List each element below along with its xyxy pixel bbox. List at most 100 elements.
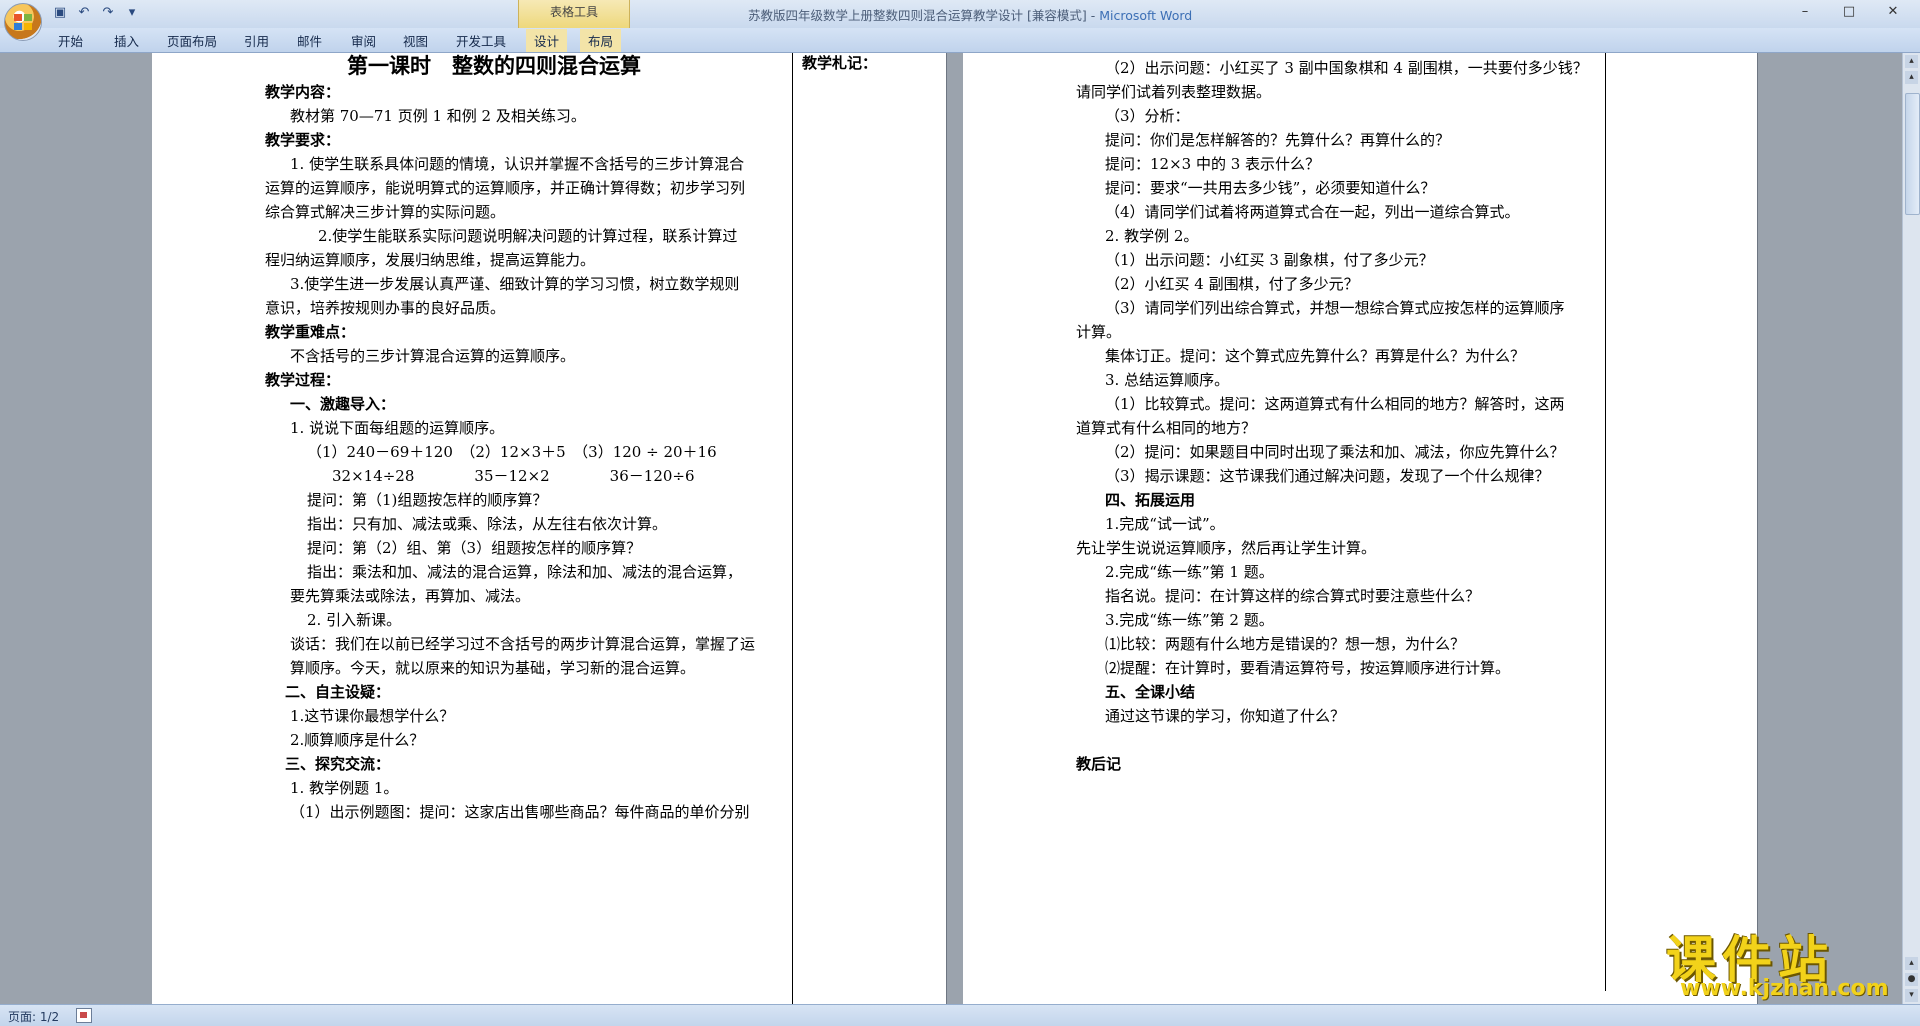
tab-references[interactable]: 引用 <box>244 31 269 50</box>
text-line: ⑴比较：两题有什么地方是错误的？想一想，为什么？ <box>1105 635 1466 653</box>
ribbon-tabs: 开始 插入 页面布局 引用 邮件 审阅 视图 开发工具 设计 布局 <box>0 28 1920 53</box>
text-line: 3. 总结运算顺序。 <box>1105 371 1230 389</box>
text-line: ⑵提醒：在计算时，要看清运算符号，按运算顺序进行计算。 <box>1105 659 1511 677</box>
text-line: 通过这节课的学习，你知道了什么？ <box>1105 707 1346 725</box>
tab-insert[interactable]: 插入 <box>114 31 139 50</box>
text-line: 运算的运算顺序，能说明算式的运算顺序，并正确计算得数；初步学习列 <box>265 179 746 197</box>
text-line: 请同学们试着列表整理数据。 <box>1076 83 1272 101</box>
text-line: 二、自主设疑： <box>285 683 391 701</box>
text-line: 1.完成“试一试”。 <box>1105 515 1225 533</box>
text-line: 2. 教学例 2。 <box>1105 227 1199 245</box>
text-line: 2.顺算顺序是什么？ <box>290 731 425 749</box>
text-line: 2. 引入新课。 <box>307 611 402 629</box>
text-line: 1. 使学生联系具体问题的情境，认识并掌握不含括号的三步计算混合 <box>290 155 745 173</box>
tab-developer[interactable]: 开发工具 <box>456 31 506 50</box>
text-line: 指出：乘法和加、减法的混合运算，除法和加、减法的混合运算， <box>307 563 743 581</box>
text-line: （2）小红买 4 副围棋，付了多少元？ <box>1105 275 1359 293</box>
tab-view[interactable]: 视图 <box>403 31 428 50</box>
quick-access-toolbar: ▣ ↶ ↷ ▾ <box>52 5 140 21</box>
scroll-up-icon[interactable]: ▴ <box>1905 71 1918 84</box>
text-line: （1）240－69＋120 （2）12×3＋5 （3）120 ÷ 20＋16 <box>307 443 717 461</box>
text-line: （4）请同学们试着将两道算式合在一起，列出一道综合算式。 <box>1105 203 1520 221</box>
text-line: 3.完成“练一练”第 2 题。 <box>1105 611 1274 629</box>
vertical-scrollbar[interactable]: ▴ ▴ ▴ ● ▾ <box>1902 53 1920 1004</box>
text-line: （1）出示问题：小红买 3 副象棋，付了多少元？ <box>1105 251 1434 269</box>
ruler-toggle-icon[interactable]: ▴ <box>1905 55 1918 68</box>
page-counter[interactable]: 页面: 1/2 <box>8 1008 59 1025</box>
tab-home[interactable]: 开始 <box>58 31 83 50</box>
status-bar: 页面: 1/2 <box>0 1004 1920 1026</box>
text-line: 四、拓展运用 <box>1105 491 1196 509</box>
text-line: （1）出示例题图：提问：这家店出售哪些商品？每件商品的单价分别 <box>290 803 750 821</box>
text-line: 道算式有什么相同的地方？ <box>1076 419 1257 437</box>
text-line: 2.使学生能联系实际问题说明解决问题的计算过程，联系计算过 <box>318 227 738 245</box>
text-line: 谈话：我们在以前已经学习过不含括号的两步计算混合运算，掌握了运 <box>290 635 756 653</box>
customize-toolbar-icon[interactable]: ▾ <box>124 5 140 21</box>
undo-icon[interactable]: ↶ <box>76 5 92 21</box>
table-tools-label: 表格工具 <box>549 5 598 19</box>
text-line: 教后记 <box>1076 755 1122 773</box>
text-line: 3.使学生进一步发展认真严谨、细致计算的学习习惯，树立数学规则 <box>290 275 740 293</box>
table-tools-group: 表格工具 <box>518 0 630 28</box>
close-button[interactable]: ✕ <box>1872 2 1914 22</box>
text-line: 32×14÷28 35－12×2 36－120÷6 <box>332 467 695 485</box>
tab-page-layout[interactable]: 页面布局 <box>167 31 217 50</box>
tab-review[interactable]: 审阅 <box>351 31 376 50</box>
lesson-title: 第一课时 整数的四则混合运算 <box>347 54 641 78</box>
minimize-button[interactable]: – <box>1784 2 1826 22</box>
title-bar: ▣ ↶ ↷ ▾ 表格工具 苏教版四年级数学上册整数四则混合运算教学设计 [兼容模… <box>0 0 1920 41</box>
text-line: 要先算乘法或除法，再算加、减法。 <box>290 587 531 605</box>
text-line: （2）出示问题：小红买了 3 副中国象棋和 4 副围棋，一共要付多少钱？ <box>1105 59 1588 77</box>
office-button[interactable] <box>4 3 42 41</box>
save-icon[interactable]: ▣ <box>52 5 68 21</box>
app-name: Microsoft Word <box>1099 8 1193 23</box>
text-line: 指出：只有加、减法或乘、除法，从左往右依次计算。 <box>307 515 668 533</box>
text-line: 提问：你们是怎样解答的？先算什么？再算什么的？ <box>1105 131 1451 149</box>
text-line: （3）分析： <box>1105 107 1190 125</box>
text-line: 提问：12×3 中的 3 表示什么？ <box>1105 155 1321 173</box>
text-line: 计算。 <box>1076 323 1122 341</box>
text-line: 先让学生说说运算顺序，然后再让学生计算。 <box>1076 539 1377 557</box>
text-line: （3）请同学们列出综合算式，并想一想综合算式应按怎样的运算顺序 <box>1105 299 1565 317</box>
text-line: 教学要求： <box>265 131 341 149</box>
document-title: 苏教版四年级数学上册整数四则混合运算教学设计 [兼容模式] <box>748 8 1087 23</box>
page-2[interactable]: （2）出示问题：小红买了 3 副中国象棋和 4 副围棋，一共要付多少钱？ 请同学们… <box>963 53 1757 1004</box>
text-line: 算顺序。今天，就以原来的知识为基础，学习新的混合运算。 <box>290 659 696 677</box>
notes-label: 教学札记： <box>802 54 878 72</box>
text-line: 1. 说说下面每组题的运算顺序。 <box>290 419 505 437</box>
scroll-thumb[interactable] <box>1905 93 1920 215</box>
page-1[interactable]: 第一课时 整数的四则混合运算 教学札记： 教学内容： 教材第 70—71 页例 1… <box>152 53 946 1004</box>
text-line: 教学过程： <box>265 371 341 389</box>
macro-record-icon[interactable] <box>76 1008 92 1023</box>
redo-icon[interactable]: ↷ <box>100 5 116 21</box>
watermark-url: www.kjzhan.com <box>1680 976 1889 1001</box>
text-line: 一、激趣导入： <box>290 395 396 413</box>
maximize-button[interactable]: □ <box>1828 2 1870 22</box>
text-line: 教学重难点： <box>265 323 356 341</box>
text-line: 教材第 70—71 页例 1 和例 2 及相关练习。 <box>290 107 586 125</box>
office-logo-icon <box>14 14 32 30</box>
table-border <box>1605 53 1606 991</box>
document-area: 第一课时 整数的四则混合运算 教学札记： 教学内容： 教材第 70—71 页例 1… <box>0 53 1903 1004</box>
text-line: 集体订正。提问：这个算式应先算什么？再算是什么？为什么？ <box>1105 347 1526 365</box>
text-line: 不含括号的三步计算混合运算的运算顺序。 <box>290 347 576 365</box>
table-divider <box>792 53 793 1004</box>
text-line: （1）比较算式。提问：这两道算式有什么相同的地方？解答时，这两 <box>1105 395 1565 413</box>
text-line: 综合算式解决三步计算的实际问题。 <box>265 203 506 221</box>
tab-mailings[interactable]: 邮件 <box>297 31 322 50</box>
text-line: 提问：第（1)组题按怎样的顺序算？ <box>307 491 548 509</box>
window-controls: – □ ✕ <box>1784 2 1914 22</box>
text-line: 指名说。提问：在计算这样的综合算式时要注意些什么？ <box>1105 587 1481 605</box>
text-line: 程归纳运算顺序，发展归纳思维，提高运算能力。 <box>265 251 596 269</box>
text-line: （3）揭示课题：这节课我们通过解决问题，发现了一个什么规律？ <box>1105 467 1550 485</box>
text-line: 提问：第（2）组、第（3）组题按怎样的顺序算？ <box>307 539 642 557</box>
window-title: 苏教版四年级数学上册整数四则混合运算教学设计 [兼容模式] - Microsof… <box>748 8 1193 23</box>
text-line: 提问：要求“一共用去多少钱”，必须要知道什么？ <box>1105 179 1436 197</box>
text-line: 五、全课小结 <box>1105 683 1196 701</box>
tab-layout[interactable]: 布局 <box>580 29 622 52</box>
text-line: 教学内容： <box>265 83 341 101</box>
text-line: 三、探究交流： <box>285 755 391 773</box>
tab-design[interactable]: 设计 <box>526 29 568 52</box>
text-line: 意识，培养按规则办事的良好品质。 <box>265 299 506 317</box>
text-line: 1. 教学例题 1。 <box>290 779 399 797</box>
